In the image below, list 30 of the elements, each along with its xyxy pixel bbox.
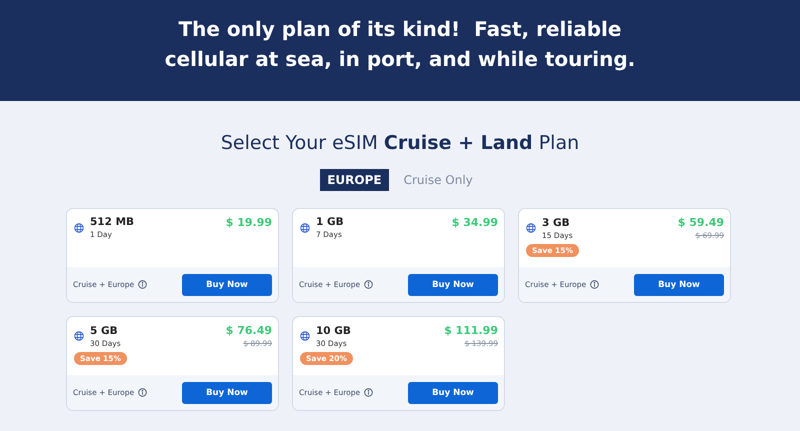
- info-icon[interactable]: [590, 280, 600, 289]
- info-icon[interactable]: [364, 388, 374, 397]
- plan-price: $ 59.49: [678, 216, 724, 229]
- data-amount: 5 GB: [90, 324, 119, 336]
- globe-icon: [300, 331, 310, 341]
- buy-now-button[interactable]: Buy Now: [408, 274, 498, 296]
- plan-price: $ 34.99: [452, 216, 498, 229]
- info-icon[interactable]: [138, 280, 148, 289]
- plan-price: $ 76.49: [226, 324, 272, 337]
- region-tab[interactable]: EUROPE: [320, 169, 389, 191]
- headline: The only plan of its kind! Fast, reliable: [178, 16, 622, 42]
- buy-now-button[interactable]: Buy Now: [182, 274, 272, 296]
- globe-icon: [526, 223, 536, 233]
- data-amount: 10 GB: [316, 324, 351, 336]
- globe-icon: [300, 222, 310, 232]
- buy-now-button[interactable]: Buy Now: [634, 274, 724, 296]
- plan-price: $ 111.99: [444, 324, 498, 337]
- section-title: Select Your eSIM Cruise + Land Plan: [220, 132, 580, 154]
- globe-icon: [74, 331, 84, 341]
- globe-icon: [74, 222, 84, 232]
- region-tab[interactable]: Cruise Only: [396, 169, 480, 191]
- data-amount: 512 MB: [90, 216, 134, 228]
- headline: cellular at sea, in port, and while touring.: [164, 46, 636, 72]
- data-amount: 3 GB: [542, 216, 571, 228]
- data-amount: 1 GB: [316, 216, 344, 228]
- info-icon[interactable]: [364, 280, 374, 289]
- buy-now-button[interactable]: Buy Now: [182, 382, 272, 404]
- buy-now-button[interactable]: Buy Now: [408, 382, 498, 404]
- info-icon[interactable]: [138, 388, 148, 397]
- plan-price: $ 19.99: [226, 216, 272, 229]
